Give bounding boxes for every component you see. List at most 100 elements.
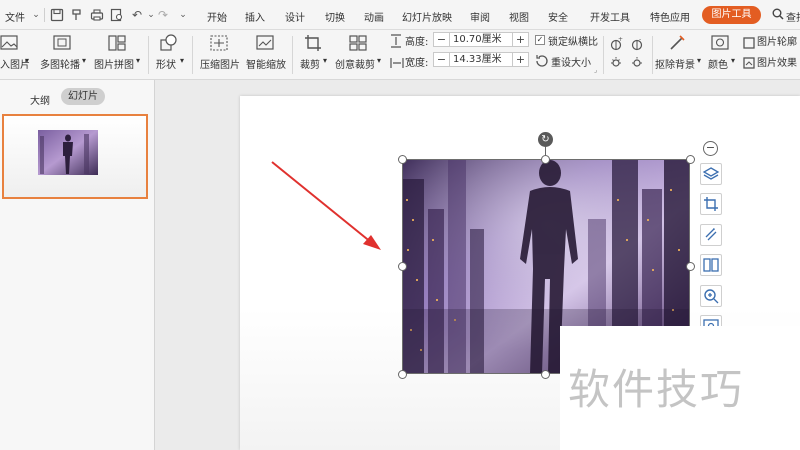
collage-icon[interactable] <box>108 35 126 55</box>
slide-thumbnail[interactable] <box>2 114 148 199</box>
creative-crop-icon[interactable] <box>349 35 367 55</box>
tab-transitions[interactable]: 切换 <box>325 9 345 24</box>
resize-handle-bottom[interactable] <box>541 370 550 379</box>
format-painter-icon[interactable] <box>70 8 84 22</box>
save-icon[interactable] <box>50 8 64 22</box>
height-icon <box>390 33 402 52</box>
smart-scale-icon[interactable] <box>256 35 274 55</box>
tab-home[interactable]: 开始 <box>207 9 227 24</box>
red-arrow-annotation <box>271 161 381 250</box>
divider <box>603 36 604 74</box>
chevron-down-icon[interactable]: ▾ <box>377 56 381 65</box>
tab-featured[interactable]: 特色应用 <box>650 9 690 24</box>
width-stepper[interactable]: − 14.33厘米 + <box>433 52 529 67</box>
color-button[interactable]: 颜色 <box>708 56 728 71</box>
collapse-toolbar-icon[interactable]: − <box>703 141 718 156</box>
plus-icon[interactable]: + <box>513 33 528 46</box>
minus-icon[interactable]: − <box>434 33 449 46</box>
minus-icon[interactable]: − <box>434 53 449 66</box>
color-icon[interactable] <box>711 35 729 55</box>
tab-design[interactable]: 设计 <box>285 9 305 24</box>
divider <box>652 36 653 74</box>
smart-scale-button[interactable]: 智能缩放 <box>246 56 286 71</box>
tab-outline[interactable]: 大纲 <box>30 92 50 107</box>
more-icon[interactable]: ⌄ <box>176 8 190 22</box>
resize-handle-bottom-left[interactable] <box>398 370 407 379</box>
menu-bar: 文件 ⌄ ↶ ⌄ ↷ ⌄ 开始 插入 设计 切换 动画 幻灯片放映 审阅 视图 … <box>0 0 800 30</box>
height-stepper[interactable]: − 10.70厘米 + <box>433 32 529 47</box>
divider <box>148 36 149 74</box>
contrast-up-icon[interactable]: + <box>609 36 623 55</box>
ribbon: 入图片 ▾ 多图轮播 ▾ 图片拼图 ▾ 形状 ▾ 压缩图片 智能缩放 裁剪 ▾ … <box>0 30 800 80</box>
redo-icon[interactable]: ↷ <box>156 8 170 22</box>
chevron-down-icon[interactable]: ▾ <box>697 56 701 65</box>
shape-icon[interactable] <box>160 34 178 56</box>
resize-handle-right[interactable] <box>686 262 695 271</box>
dialog-launcher-icon[interactable]: ⌟ <box>594 66 597 74</box>
reset-size-icon[interactable] <box>535 53 549 72</box>
lock-ratio-label[interactable]: 锁定纵横比 <box>548 33 598 48</box>
tab-insert[interactable]: 插入 <box>245 9 265 24</box>
svg-text:+: + <box>618 37 623 43</box>
width-icon <box>390 54 404 73</box>
rotate-handle-icon[interactable]: ↻ <box>538 132 553 147</box>
tab-animation[interactable]: 动画 <box>364 9 384 24</box>
compress-picture-button[interactable]: 压缩图片 <box>200 56 240 71</box>
creative-crop-button[interactable]: 创意裁剪 <box>335 56 375 71</box>
resize-handle-top[interactable] <box>541 155 550 164</box>
remove-background-icon[interactable] <box>668 34 686 56</box>
width-label: 宽度: <box>405 58 429 69</box>
tab-review[interactable]: 审阅 <box>470 9 490 24</box>
tab-picture-tools[interactable]: 图片工具 <box>702 6 761 24</box>
picture-collage-button[interactable]: 图片拼图 <box>94 56 134 71</box>
resize-handle-left[interactable] <box>398 262 407 271</box>
layers-button[interactable] <box>700 163 722 185</box>
lock-ratio-checkbox[interactable]: ✓ <box>535 35 545 45</box>
shape-button[interactable]: 形状 <box>156 56 176 71</box>
print-preview-icon[interactable] <box>110 8 124 22</box>
picture-outline-icon[interactable] <box>743 34 755 53</box>
tab-slides[interactable]: 幻灯片 <box>61 88 105 105</box>
crop-button[interactable]: 裁剪 <box>300 56 320 71</box>
divider <box>292 36 293 74</box>
resize-handle-top-right[interactable] <box>686 155 695 164</box>
height-input[interactable]: 10.70厘米 <box>449 33 513 46</box>
compress-icon[interactable] <box>210 35 228 55</box>
tab-view[interactable]: 视图 <box>509 9 529 24</box>
reset-size-button[interactable]: 重设大小 <box>551 54 591 69</box>
chevron-down-icon[interactable]: ▾ <box>82 56 86 65</box>
remove-background-button[interactable]: 抠除背景 <box>655 56 695 71</box>
tab-security[interactable]: 安全 <box>548 9 568 24</box>
resize-handle-top-left[interactable] <box>398 155 407 164</box>
picture-effect-button[interactable]: 图片效果 <box>757 54 797 69</box>
crop-icon[interactable] <box>304 34 322 56</box>
print-icon[interactable] <box>90 8 104 22</box>
divider <box>192 36 193 74</box>
swap-picture-button[interactable] <box>700 224 722 246</box>
file-menu[interactable]: 文件 <box>5 9 25 24</box>
picture-outline-button[interactable]: 图片轮廓 <box>757 33 797 48</box>
undo-icon[interactable]: ↶ <box>130 8 144 22</box>
search-button[interactable]: 查找 <box>786 9 800 24</box>
zoom-button[interactable] <box>700 285 722 307</box>
chevron-down-icon[interactable]: ▾ <box>136 56 140 65</box>
chevron-down-icon[interactable]: ▾ <box>180 56 184 65</box>
brightness-up-icon[interactable] <box>609 54 623 73</box>
picture-effect-icon[interactable] <box>743 54 755 73</box>
picture-icon[interactable] <box>0 35 18 55</box>
width-input[interactable]: 14.33厘米 <box>449 53 513 66</box>
chevron-down-icon[interactable]: ▾ <box>25 56 29 65</box>
chevron-down-icon[interactable]: ⌄ <box>29 8 43 22</box>
chevron-down-icon[interactable]: ▾ <box>731 56 735 65</box>
search-icon[interactable] <box>771 8 785 22</box>
chevron-down-icon[interactable]: ▾ <box>323 56 327 65</box>
tab-developer[interactable]: 开发工具 <box>590 9 630 24</box>
split-picture-button[interactable] <box>700 254 722 276</box>
multi-picture-icon[interactable] <box>53 35 71 55</box>
crop-float-button[interactable] <box>700 193 722 215</box>
brightness-down-icon[interactable] <box>630 54 644 73</box>
plus-icon[interactable]: + <box>513 53 528 66</box>
multi-outline-button[interactable]: 多图轮播 <box>40 56 80 71</box>
tab-slideshow[interactable]: 幻灯片放映 <box>402 9 452 24</box>
contrast-down-icon[interactable]: - <box>630 36 644 55</box>
